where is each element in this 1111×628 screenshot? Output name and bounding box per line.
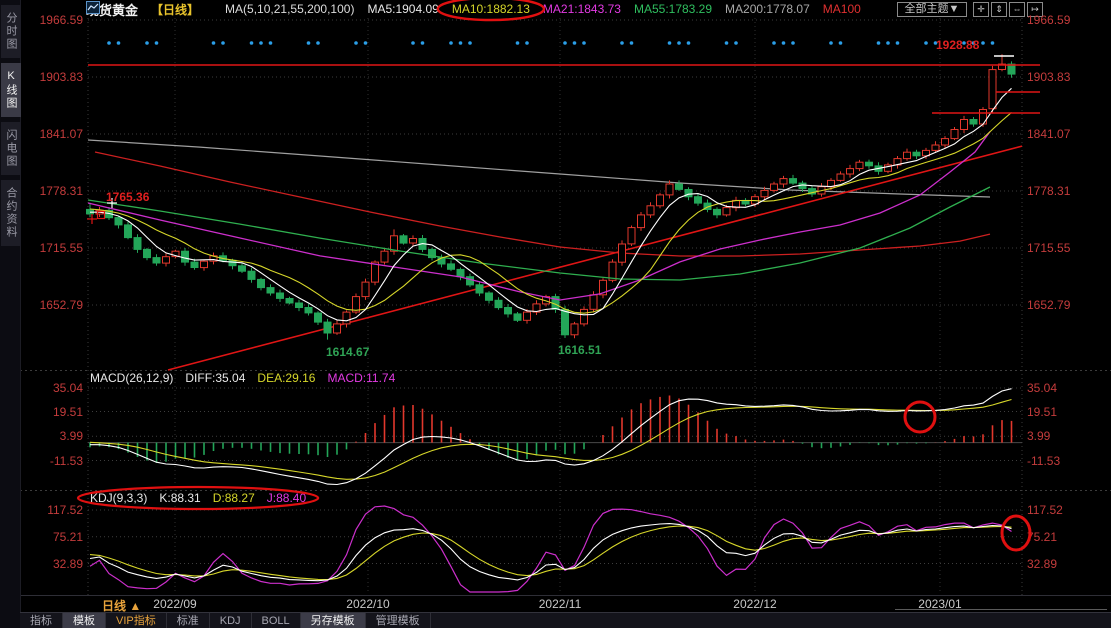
- axis-tick-left: 1841.07: [21, 127, 83, 141]
- chart-canvas[interactable]: [0, 0, 1111, 628]
- kdj-d-value: D:88.27: [213, 491, 255, 505]
- sidebar: 分时图 K线图闪电图合约资料: [0, 0, 21, 628]
- axis-tick-right: 19.51: [1027, 405, 1057, 419]
- axis-tick-right: 1715.55: [1027, 241, 1070, 255]
- axis-tick-left: 32.89: [21, 557, 83, 571]
- axis-tick-left: 35.04: [21, 381, 83, 395]
- axis-tick-right: 1778.31: [1027, 184, 1070, 198]
- x-axis-label: 2022/12: [715, 597, 795, 611]
- legend-ma21: MA21:1843.73: [543, 2, 621, 16]
- ma-group-label: MA(5,10,21,55,200,100): [225, 2, 354, 16]
- price-annotation: 1616.51: [558, 343, 601, 357]
- kdj-j-value: J:88.40: [267, 491, 306, 505]
- axis-tick-right: 1652.79: [1027, 298, 1070, 312]
- bottom-tab-3[interactable]: 标准: [167, 613, 210, 628]
- chart-legend: 现货黄金 【日线】 MA(5,10,21,55,200,100) MA5:190…: [86, 1, 861, 17]
- macd-params-label: MACD(26,12,9): [90, 371, 173, 385]
- axis-tick-left: 117.52: [21, 503, 83, 517]
- axis-tick-left: 1715.55: [21, 241, 83, 255]
- sidebar-item-1[interactable]: K线图: [1, 63, 21, 117]
- bottom-tab-2[interactable]: VIP指标: [106, 613, 167, 628]
- theme-select-button[interactable]: 全部主题▼: [897, 2, 967, 17]
- axis-tick-left: 1966.59: [21, 13, 83, 27]
- fit-vertical-icon[interactable]: ⇕: [991, 2, 1007, 17]
- kdj-params-label: KDJ(9,3,3): [90, 491, 147, 505]
- trading-app: { "app": { "title": "现货黄金", "period_tag"…: [0, 0, 1111, 628]
- bottom-tab-0[interactable]: 指标: [20, 613, 63, 628]
- price-annotation: 1765.36: [106, 190, 149, 204]
- bottom-tab-4[interactable]: KDJ: [210, 613, 252, 628]
- price-annotation: 1928.88: [936, 38, 979, 52]
- legend-ma100: MA100: [823, 2, 861, 16]
- sidebar-item-3[interactable]: 合约资料: [1, 180, 21, 246]
- axis-tick-left: 1652.79: [21, 298, 83, 312]
- axis-tick-right: 35.04: [1027, 381, 1057, 395]
- x-axis-label: 2022/11: [520, 597, 600, 611]
- legend-ma10: MA10:1882.13: [452, 2, 530, 16]
- price-annotation: 1614.67: [326, 345, 369, 359]
- bottom-tab-6[interactable]: 另存模板: [301, 613, 366, 628]
- kdj-k-value: K:88.31: [159, 491, 200, 505]
- macd-diff-value: DIFF:35.04: [185, 371, 245, 385]
- macd-dea-value: DEA:29.16: [257, 371, 315, 385]
- bottom-tab-5[interactable]: BOLL: [252, 613, 301, 628]
- axis-tick-right: 1903.83: [1027, 70, 1070, 84]
- axis-tick-left: 1778.31: [21, 184, 83, 198]
- legend-ma5: MA5:1904.09: [367, 2, 438, 16]
- axis-tick-right: -11.53: [1027, 454, 1060, 468]
- axis-tick-right: 1966.59: [1027, 13, 1070, 27]
- kdj-header: KDJ(9,3,3) K:88.31 D:88.27 J:88.40: [90, 491, 306, 505]
- axis-tick-right: 75.21: [1027, 530, 1057, 544]
- axis-tick-left: 3.99: [21, 429, 83, 443]
- axis-tick-right: 32.89: [1027, 557, 1057, 571]
- macd-macd-value: MACD:11.74: [327, 371, 395, 385]
- legend-ma200: MA200:1778.07: [725, 2, 810, 16]
- axis-tick-right: 3.99: [1027, 429, 1050, 443]
- sidebar-item-0[interactable]: 分时图: [1, 5, 21, 58]
- crosshair-move-icon[interactable]: ✛: [973, 2, 989, 17]
- x-axis-label: 2023/01: [900, 597, 980, 611]
- sidebar-item-2[interactable]: 闪电图: [1, 122, 21, 175]
- axis-tick-left: -11.53: [21, 454, 83, 468]
- bottom-tab-7[interactable]: 管理模板: [366, 613, 431, 628]
- bottom-tab-1[interactable]: 模板: [63, 613, 106, 628]
- period-tag: 【日线】: [151, 1, 199, 18]
- macd-header: MACD(26,12,9) DIFF:35.04 DEA:29.16 MACD:…: [90, 371, 395, 385]
- x-axis-label: 2022/10: [328, 597, 408, 611]
- axis-tick-left: 75.21: [21, 530, 83, 544]
- legend-ma55: MA55:1783.29: [634, 2, 712, 16]
- axis-tick-left: 19.51: [21, 405, 83, 419]
- axis-tick-right: 117.52: [1027, 503, 1063, 517]
- x-axis-label: 2022/09: [135, 597, 215, 611]
- fit-horizontal-icon[interactable]: ⇔: [1009, 2, 1025, 17]
- bottom-tab-bar: 指标模板VIP指标标准KDJBOLL另存模板管理模板: [20, 612, 1111, 628]
- axis-tick-right: 1841.07: [1027, 127, 1070, 141]
- axis-tick-left: 1903.83: [21, 70, 83, 84]
